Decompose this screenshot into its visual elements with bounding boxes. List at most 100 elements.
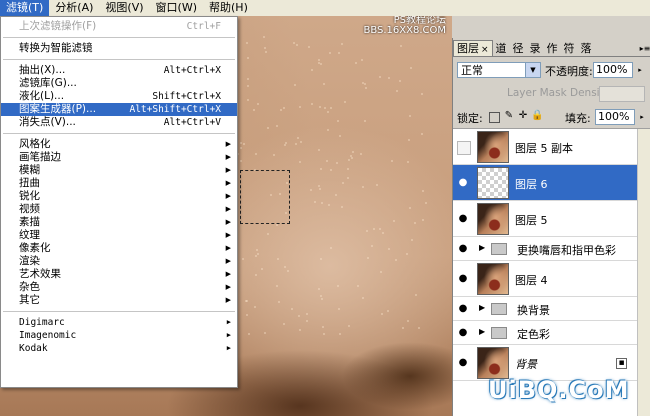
menu-item-filter-1[interactable]: 滤镜库(G)... [1,77,237,90]
menu-item-filter-4[interactable]: 消失点(V)... Alt+Ctrl+V [1,116,237,129]
menu-item-submenu[interactable]: 视频 ▶ [1,203,237,216]
lock-all-icon[interactable]: 🔒 [531,110,543,122]
layer-row[interactable]: ● 图层 4 [453,261,637,297]
skin-pore [364,120,367,123]
menu-separator [3,59,235,60]
skin-pore [310,68,313,71]
menu-item-submenu[interactable]: 模糊 ▶ [1,164,237,177]
layer-name[interactable]: 背景 [515,356,537,372]
eye-icon[interactable]: ● [455,301,471,317]
menu-analysis[interactable]: 分析(A) [49,0,99,16]
menu-item-submenu[interactable]: 渲染 ▶ [1,255,237,268]
layer-row[interactable]: 图层 5 副本 [453,129,637,165]
layer-row[interactable]: ● 图层 6 [453,165,637,201]
tab-actions[interactable]: 作 [544,41,561,56]
skin-pore [415,294,418,297]
tab-character[interactable]: 符 [561,41,578,56]
menu-item-submenu[interactable]: 艺术效果 ▶ [1,268,237,281]
skin-pore [424,202,427,205]
menu-item-submenu[interactable]: 素描 ▶ [1,216,237,229]
layer-row[interactable]: ● 图层 5 [453,201,637,237]
chevron-down-icon[interactable]: ▼ [525,63,540,77]
layer-name[interactable]: 图层 5 [515,212,548,228]
tab-channels[interactable]: 道 [493,41,510,56]
tab-paragraph[interactable]: 落 [578,41,595,56]
skin-pore [401,326,404,329]
skin-pore [350,156,353,159]
expand-triangle-icon[interactable]: ▶ [479,303,485,312]
tab-layers[interactable]: 图层 × [453,40,493,56]
menu-item-submenu[interactable]: 杂色 ▶ [1,281,237,294]
chevron-right-icon: ▶ [225,296,231,304]
menu-view[interactable]: 视图(V) [99,0,149,16]
eye-icon[interactable]: ● [455,355,471,371]
menu-item-filter-3[interactable]: 图案生成器(P)... Alt+Shift+Ctrl+X [1,103,237,116]
layer-group-row[interactable]: ● ▶ 定色彩 [453,321,637,345]
expand-triangle-icon[interactable]: ▶ [479,327,485,336]
layer-name[interactable]: 图层 4 [515,272,548,288]
opacity-input[interactable]: 100% [593,62,633,78]
layer-group-row[interactable]: ● ▶ 换背景 [453,297,637,321]
skin-pore [330,169,333,172]
skin-pore [410,67,413,70]
skin-pore [398,79,401,82]
eye-icon[interactable]: ● [455,271,471,287]
menu-filter[interactable]: 滤镜(T) [0,0,50,16]
skin-pore [321,202,324,204]
blend-mode-select[interactable]: 正常 ▼ [457,62,541,78]
folder-icon [491,243,507,255]
fill-input[interactable]: 100% [595,109,635,125]
menu-item-submenu[interactable]: 风格化 ▶ [1,138,237,151]
eye-icon[interactable]: ● [455,175,471,191]
menu-item-plugin[interactable]: Kodak ▶ [1,342,237,355]
menu-item-plugin[interactable]: Imagenomic ▶ [1,329,237,342]
fill-slider-arrow-icon[interactable]: ▸ [636,109,648,125]
expand-triangle-icon[interactable]: ▶ [479,243,485,252]
tab-history[interactable]: 录 [527,41,544,56]
chevron-right-icon: ▶ [226,331,231,339]
lock-move-icon[interactable]: ✛ [517,110,529,122]
skin-pore [285,141,288,144]
visibility-toggle[interactable] [457,141,471,155]
menu-item-submenu[interactable]: 扭曲 ▶ [1,177,237,190]
selection-marquee[interactable] [240,170,290,224]
layer-name[interactable]: 换背景 [517,302,550,318]
menu-item-filter-2[interactable]: 液化(L)... Shift+Ctrl+X [1,90,237,103]
menu-item-convert-smart-filter[interactable]: 转换为智能滤镜 [1,42,237,55]
skin-pore [305,312,308,315]
layer-name[interactable]: 定色彩 [517,326,550,342]
menu-item-plugin[interactable]: Digimarc ▶ [1,316,237,329]
menu-item-filter-0[interactable]: 抽出(X)... Alt+Ctrl+X [1,64,237,77]
lock-transparency-icon[interactable] [489,112,500,123]
menu-item-submenu[interactable]: 锐化 ▶ [1,190,237,203]
menu-item-submenu[interactable]: 纹理 ▶ [1,229,237,242]
menu-item-submenu[interactable]: 像素化 ▶ [1,242,237,255]
skin-pore [411,239,414,242]
panel-menu-icon[interactable]: ▸≡ [639,44,650,56]
fill-label: 填充: [565,112,591,125]
layer-list-scrollbar[interactable] [637,129,650,416]
panel-tabbar: 图层 × 道 径 录 作 符 落 ▸≡ [453,38,650,57]
menu-help[interactable]: 帮助(H) [203,0,254,16]
layer-group-row[interactable]: ● ▶ 更换嘴唇和指甲色彩 [453,237,637,261]
eye-icon[interactable]: ● [455,211,471,227]
layer-name[interactable]: 图层 6 [515,176,548,192]
close-icon[interactable]: × [481,45,489,55]
layer-name[interactable]: 更换嘴唇和指甲色彩 [517,242,616,258]
menu-item-last-filter: 上次滤镜操作(F) Ctrl+F [1,20,237,33]
chevron-right-icon: ▶ [225,283,231,291]
menu-separator [3,311,235,312]
eye-icon[interactable]: ● [455,241,471,257]
menu-item-label: 消失点(V)... [19,116,76,128]
layer-name[interactable]: 图层 5 副本 [515,140,573,156]
opacity-slider-arrow-icon[interactable]: ▸ [634,62,646,78]
eye-icon[interactable]: ● [455,325,471,341]
menu-window[interactable]: 窗口(W) [150,0,203,16]
tab-paths[interactable]: 径 [510,41,527,56]
skin-pore [292,42,295,45]
menu-item-label: 图案生成器(P)... [19,103,97,115]
menu-item-submenu[interactable]: 画笔描边 ▶ [1,151,237,164]
lock-brush-icon[interactable]: ✎ [503,110,515,122]
panel-dock-top [452,16,650,38]
menu-item-submenu[interactable]: 其它 ▶ [1,294,237,307]
